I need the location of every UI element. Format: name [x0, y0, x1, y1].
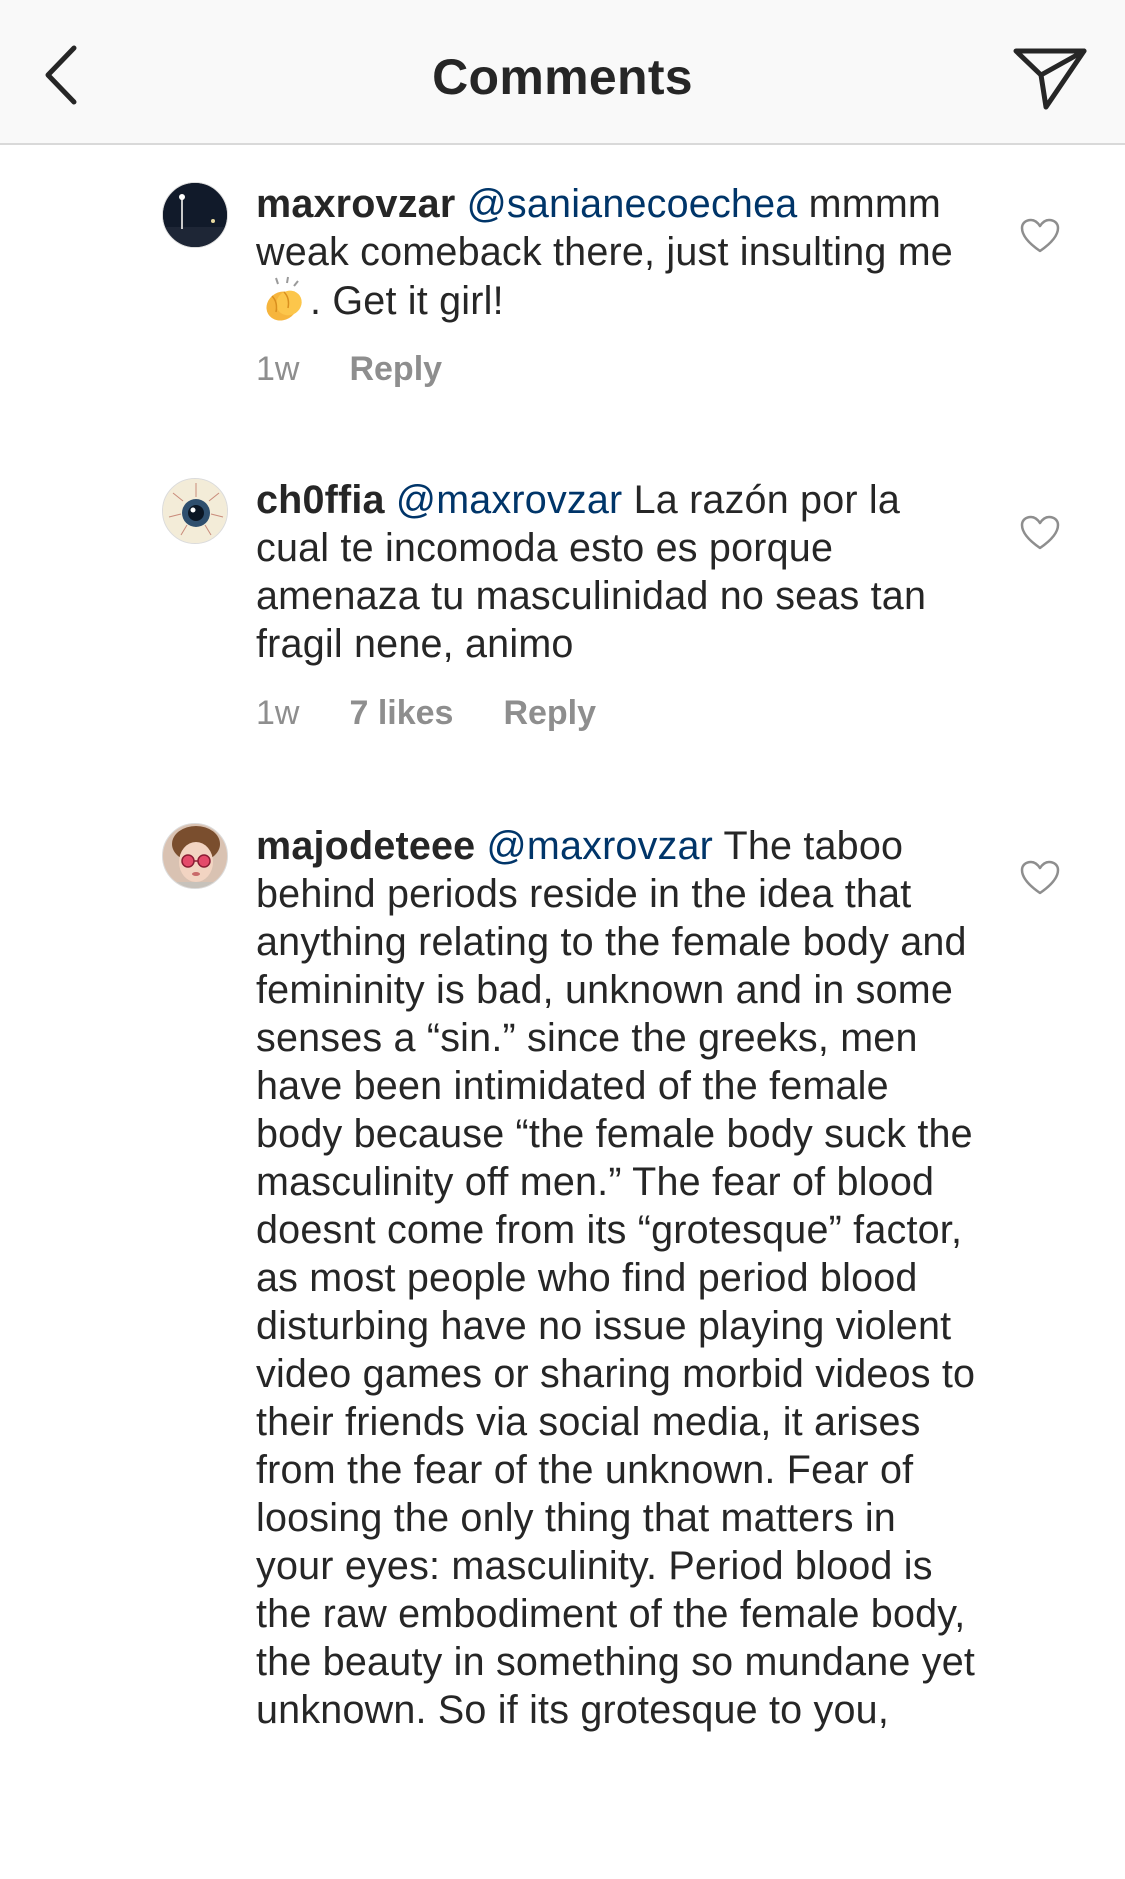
comment-username[interactable]: maxrovzar	[256, 182, 455, 226]
like-heart-icon[interactable]	[1020, 218, 1060, 254]
comment-meta: 1w Reply	[256, 350, 442, 389]
comment-text: majodeteee @maxrovzar The taboo behind p…	[256, 822, 976, 1734]
comment-username[interactable]: majodeteee	[256, 824, 475, 868]
comment-mention[interactable]: @maxrovzar	[487, 824, 713, 868]
comment-timestamp: 1w	[256, 694, 300, 732]
comment-meta: 1w 7 likes Reply	[256, 694, 596, 733]
likes-count[interactable]: 7 likes	[349, 694, 453, 733]
reply-button[interactable]: Reply	[503, 694, 596, 733]
comment-mention[interactable]: @sanianecoechea	[467, 182, 798, 226]
comment-mention[interactable]: @maxrovzar	[396, 478, 622, 522]
avatar[interactable]	[162, 823, 228, 889]
like-heart-icon[interactable]	[1020, 860, 1060, 896]
comment-body-end: . Get it girl!	[310, 279, 504, 323]
reply-button[interactable]: Reply	[349, 350, 442, 389]
page-title: Comments	[432, 49, 693, 105]
comment-text: maxrovzar @sanianecoechea mmmm weak come…	[256, 180, 976, 325]
comment-body: The taboo behind periods reside in the i…	[256, 824, 976, 1732]
paper-plane-icon	[1013, 48, 1087, 110]
comment-username[interactable]: ch0ffia	[256, 478, 385, 522]
avatar[interactable]	[162, 478, 228, 544]
header-bar: Comments	[0, 0, 1125, 145]
clapping-hands-emoji	[266, 276, 302, 321]
comment-timestamp: 1w	[256, 350, 300, 388]
like-heart-icon[interactable]	[1020, 515, 1060, 551]
share-button[interactable]	[1005, 38, 1095, 118]
avatar[interactable]	[162, 182, 228, 248]
comment-text: ch0ffia @maxrovzar La razón por la cual …	[256, 476, 976, 668]
